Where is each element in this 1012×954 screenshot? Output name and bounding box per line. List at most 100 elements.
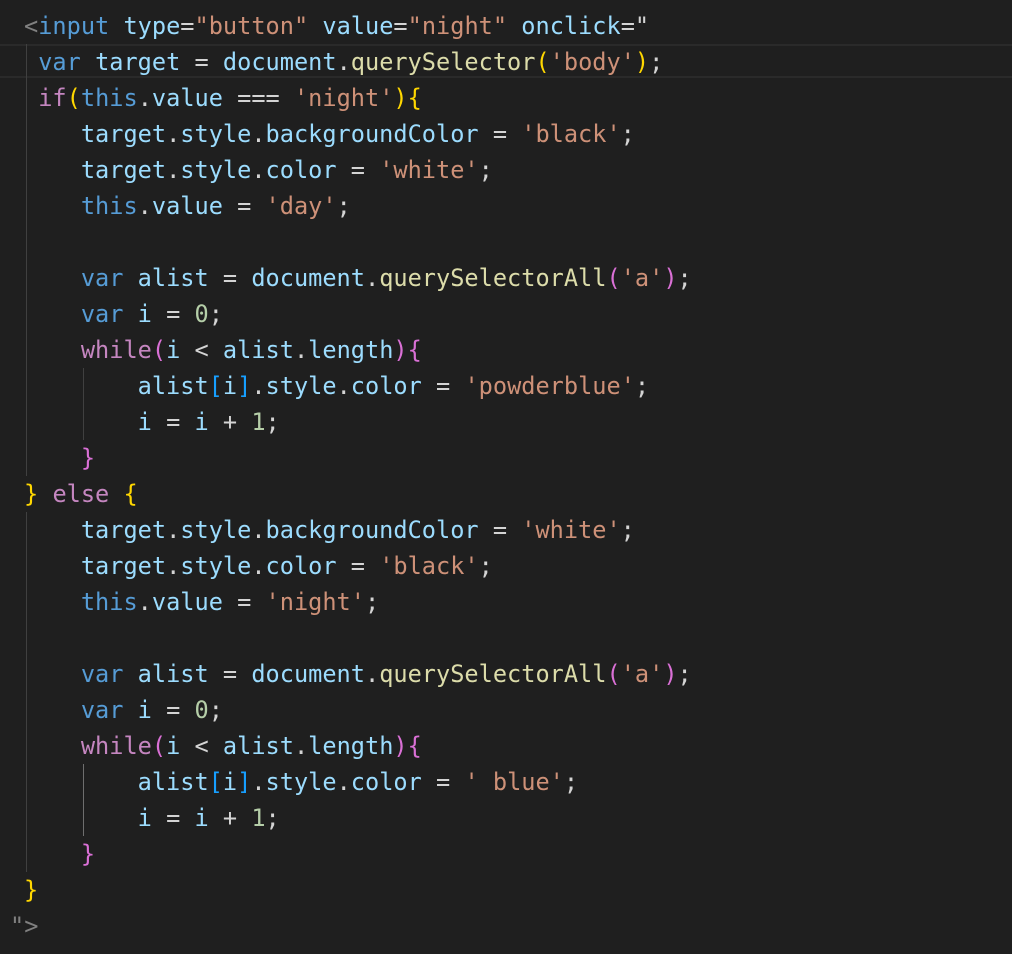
code-line[interactable]: if(this.value === 'night'){	[24, 80, 422, 116]
code-token: =	[421, 372, 465, 400]
code-line[interactable]: this.value = 'day';	[24, 188, 351, 224]
code-token: {	[407, 732, 422, 760]
code-line[interactable]: target.style.backgroundColor = 'black';	[24, 116, 635, 152]
code-token: ;	[478, 552, 493, 580]
code-token: ;	[208, 300, 223, 328]
code-token: ;	[634, 372, 650, 400]
code-line[interactable]: i = i + 1;	[24, 800, 280, 836]
code-token: style	[180, 156, 252, 184]
code-token: .	[137, 84, 152, 112]
code-token: var	[80, 264, 124, 292]
code-token: )	[663, 660, 678, 688]
code-token: alist	[137, 264, 209, 292]
code-token: style	[180, 552, 252, 580]
code-token: 'powderblue'	[464, 372, 635, 400]
code-line[interactable]: alist[i].style.color = ' blue';	[24, 764, 578, 800]
code-token: .	[251, 768, 266, 796]
code-line[interactable]: target.style.backgroundColor = 'white';	[24, 512, 635, 548]
code-token: .	[166, 552, 181, 580]
code-token: 'black'	[379, 552, 479, 580]
code-token: =	[336, 156, 380, 184]
code-line[interactable]: var alist = document.querySelectorAll('a…	[24, 260, 692, 296]
code-token: <	[180, 336, 223, 364]
code-editor[interactable]: <input type="button" value="night" oncli…	[0, 0, 1012, 954]
code-token: <	[24, 12, 39, 40]
code-line[interactable]: this.value = 'night';	[24, 584, 379, 620]
code-line[interactable]: }	[24, 440, 95, 476]
code-token: i	[194, 408, 209, 436]
code-token: (	[535, 48, 550, 76]
code-line[interactable]: while(i < alist.length){	[24, 728, 422, 764]
code-line[interactable]: target.style.color = 'black';	[24, 548, 493, 584]
code-token: i	[137, 300, 152, 328]
code-token: .	[166, 120, 181, 148]
code-token: .	[251, 552, 266, 580]
code-token: .	[336, 768, 351, 796]
code-token: backgroundColor	[265, 120, 479, 148]
code-token: (	[606, 264, 621, 292]
code-token: value	[151, 192, 223, 220]
code-token: style	[265, 372, 337, 400]
code-token: document	[251, 660, 365, 688]
code-token: color	[350, 768, 422, 796]
code-token: ;	[649, 48, 664, 76]
code-token: ;	[265, 408, 280, 436]
code-token: style	[180, 516, 252, 544]
code-token: 0	[194, 696, 209, 724]
code-token: alist	[137, 660, 209, 688]
code-token: (	[66, 84, 81, 112]
code-token: +	[208, 408, 252, 436]
code-line[interactable]: var i = 0;	[24, 692, 223, 728]
code-token: ;	[620, 120, 635, 148]
code-token: {	[407, 336, 422, 364]
code-token: ===	[222, 84, 294, 112]
code-token: {	[407, 84, 422, 112]
code-line[interactable]: var target = document.querySelector('bod…	[24, 44, 663, 80]
code-token: =	[222, 192, 266, 220]
code-token: querySelectorAll	[379, 660, 607, 688]
code-token: [	[208, 372, 223, 400]
code-line[interactable]: }	[24, 872, 38, 908]
code-token: color	[350, 372, 422, 400]
code-token: .	[251, 120, 266, 148]
code-line[interactable]: ">	[10, 908, 38, 944]
code-token: ;	[208, 696, 223, 724]
code-line[interactable]: target.style.color = 'white';	[24, 152, 493, 188]
code-token: =	[208, 264, 252, 292]
code-token: ;	[478, 156, 493, 184]
code-line[interactable]: } else {	[24, 476, 138, 512]
code-token: i	[222, 768, 238, 796]
code-line[interactable]: alist[i].style.color = 'powderblue';	[24, 368, 650, 404]
code-token: target	[80, 120, 167, 148]
code-line[interactable]: <input type="button" value="night" oncli…	[24, 8, 649, 44]
code-token: =	[151, 696, 195, 724]
code-token: )	[393, 84, 408, 112]
code-token: 'a'	[620, 264, 664, 292]
code-token: .	[166, 516, 181, 544]
code-line[interactable]: i = i + 1;	[24, 404, 280, 440]
code-line[interactable]: while(i < alist.length){	[24, 332, 422, 368]
code-token: )	[393, 336, 408, 364]
code-token: else	[52, 480, 110, 508]
code-line[interactable]: }	[24, 836, 95, 872]
code-line[interactable]: var i = 0;	[24, 296, 223, 332]
code-line[interactable]: var alist = document.querySelectorAll('a…	[24, 656, 692, 692]
code-token: alist	[137, 768, 209, 796]
code-token: value	[151, 588, 223, 616]
code-token: "night"	[407, 12, 508, 40]
code-token: <	[180, 732, 223, 760]
